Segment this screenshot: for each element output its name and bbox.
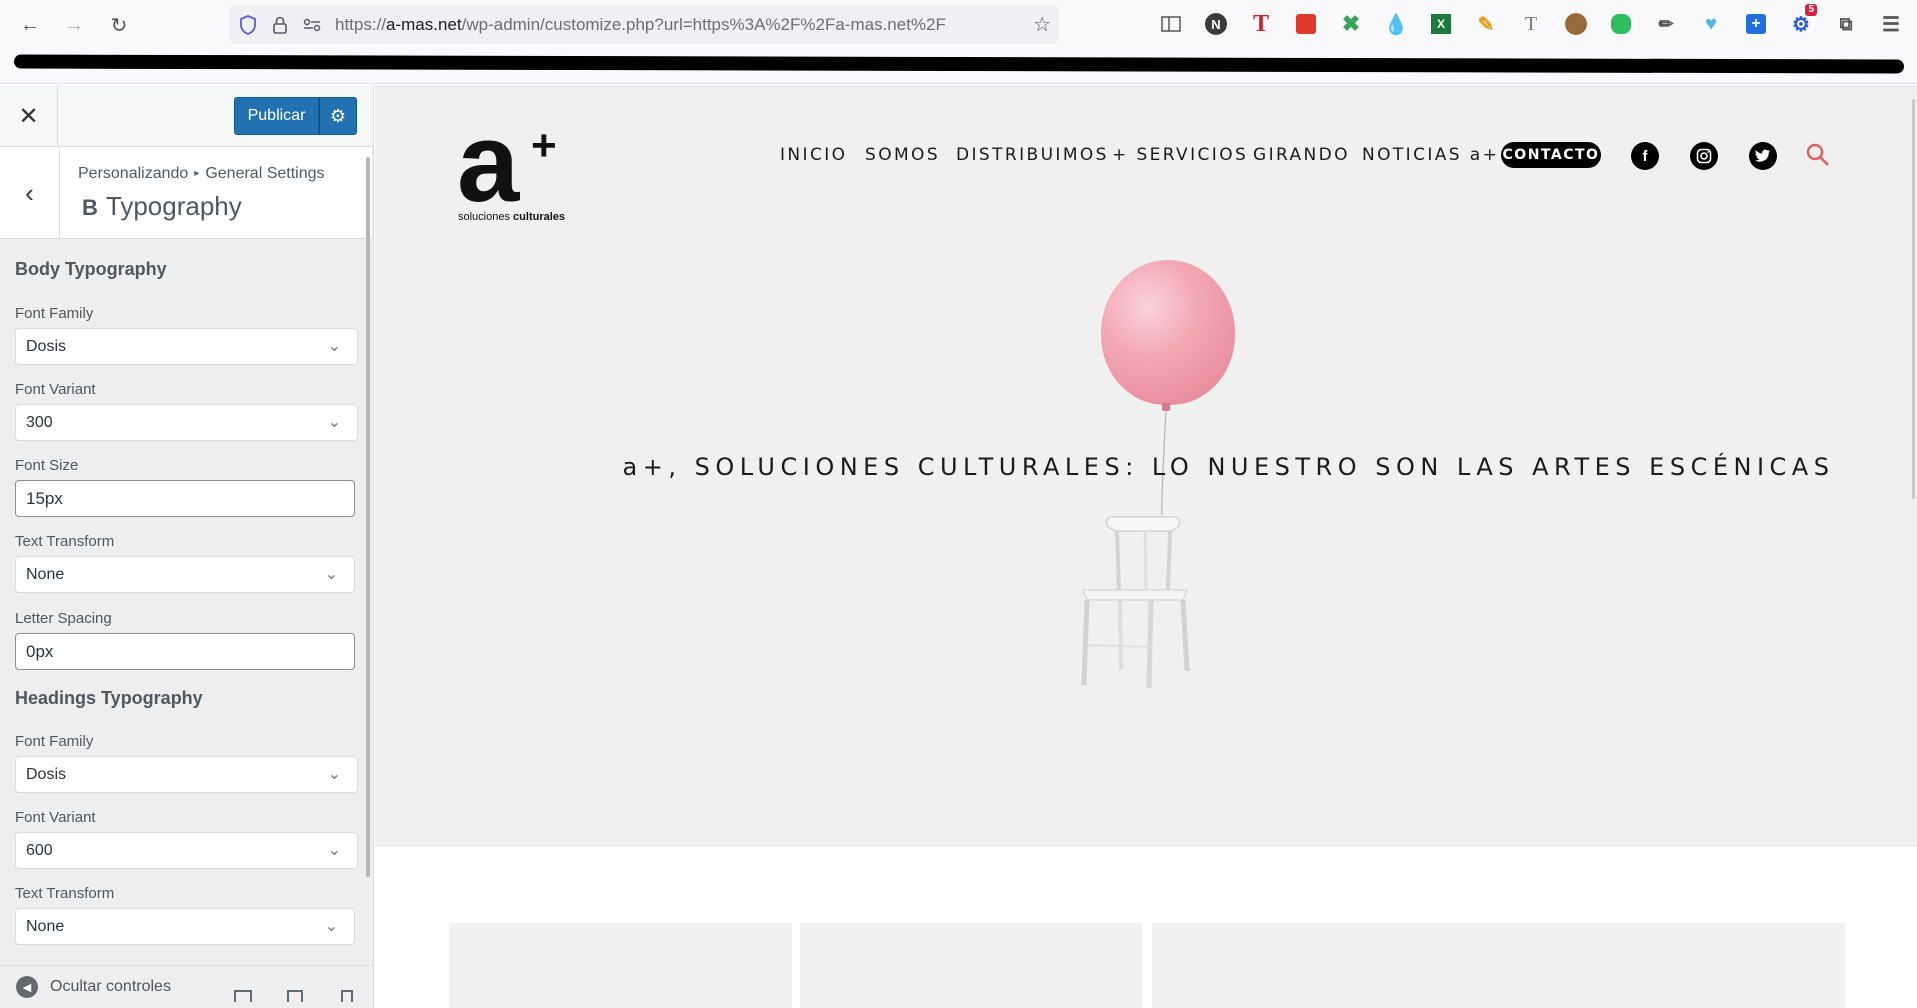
shield-icon[interactable] — [235, 12, 261, 38]
publish-button[interactable]: Publicar — [234, 97, 319, 135]
body-text-transform-select[interactable]: None ⌄ — [15, 556, 355, 593]
chevron-down-icon: ⌄ — [324, 566, 338, 583]
chevron-down-icon: ⌄ — [327, 842, 341, 859]
content-card[interactable] — [449, 923, 792, 1008]
headings-font-family-label: Font Family — [15, 733, 94, 750]
headings-text-transform-select[interactable]: None ⌄ — [15, 908, 355, 945]
page-title: B Typography — [82, 191, 242, 222]
body-letter-spacing-label: Letter Spacing — [15, 610, 112, 627]
breadcrumb-section: General Settings — [205, 165, 325, 182]
headings-text-transform-value: None — [26, 917, 65, 935]
headings-typography-title: Headings Typography — [15, 688, 203, 708]
body-text-transform-value: None — [26, 565, 65, 583]
controls-panel: Body Typography Font Family Dosis ⌄ Font … — [0, 239, 372, 969]
back-arrow-icon[interactable]: ← — [8, 3, 52, 47]
plus-icon[interactable]: + — [1740, 8, 1772, 40]
url-path: /wp-admin/customize.php?url=https%3A%2F%… — [461, 14, 946, 34]
extensions-toolbar: N T ✖ 💧 X ✎ T ✏ ♥ + ⚙ 5 ⧉ ☰ — [1155, 4, 1907, 40]
body-font-variant-value: 300 — [26, 413, 53, 431]
pen-icon[interactable]: ✎ — [1470, 8, 1502, 40]
section-title-mark: B — [82, 195, 98, 220]
content-card[interactable] — [800, 923, 1142, 1008]
back-chevron-icon[interactable]: ‹ — [0, 147, 60, 239]
lock-icon[interactable] — [267, 12, 293, 38]
tablet-preview-icon[interactable] — [287, 990, 303, 1002]
n-icon[interactable]: N — [1200, 8, 1232, 40]
hide-controls-label: Ocultar controles — [50, 978, 171, 995]
collapse-arrow-icon: ◀ — [16, 976, 38, 998]
bookmark-star-icon[interactable]: ☆ — [1033, 12, 1051, 37]
body-typography-title: Body Typography — [15, 259, 167, 279]
body-font-variant-select[interactable]: 300 ⌄ — [15, 404, 358, 441]
section-header: ‹ Personalizando ▸ General Settings B Typog… — [0, 147, 372, 239]
forward-arrow-icon[interactable]: → — [52, 3, 96, 47]
headings-font-family-select[interactable]: Dosis ⌄ — [15, 756, 358, 793]
customizer-footer: ◀ Ocultar controles — [0, 965, 373, 1008]
browser-toolbar: ← → ↻ https://a-mas.net/wp-admin/customi… — [0, 0, 1917, 50]
address-bar[interactable]: https://a-mas.net/wp-admin/customize.php… — [229, 5, 1059, 44]
breadcrumb-root: Personalizando — [78, 165, 189, 182]
body-letter-spacing-input[interactable]: 0px — [15, 633, 355, 670]
excel-icon[interactable]: X — [1425, 8, 1457, 40]
headings-font-variant-value: 600 — [26, 841, 53, 859]
body-font-family-label: Font Family — [15, 305, 94, 322]
preview-scrollbar[interactable] — [1912, 99, 1915, 499]
publish-settings-gear-icon[interactable]: ⚙ — [319, 97, 357, 135]
chevron-down-icon: ⌄ — [327, 338, 341, 355]
body-font-size-input[interactable]: 15px — [15, 480, 355, 517]
desktop-preview-icon[interactable] — [234, 990, 252, 1002]
eyedropper-icon[interactable]: ✏ — [1650, 8, 1682, 40]
mobile-preview-icon[interactable] — [341, 990, 353, 1002]
url-scheme: https:// — [335, 14, 387, 34]
headings-font-family-value: Dosis — [26, 765, 67, 783]
customizer-header: ✕ Publicar ⚙ — [0, 85, 373, 147]
url-text[interactable]: https://a-mas.net/wp-admin/customize.php… — [335, 15, 946, 35]
headings-text-transform-label: Text Transform — [15, 885, 115, 902]
headings-font-variant-label: Font Variant — [15, 809, 96, 826]
heart-icon[interactable]: ♥ — [1695, 8, 1727, 40]
breadcrumb: Personalizando ▸ General Settings — [78, 165, 325, 183]
headings-font-variant-select[interactable]: 600 ⌄ — [15, 832, 358, 869]
monkey-icon[interactable] — [1560, 8, 1592, 40]
url-host: a-mas.net — [386, 14, 462, 34]
body-font-family-select[interactable]: Dosis ⌄ — [15, 328, 358, 365]
breadcrumb-separator-icon: ▸ — [194, 168, 200, 179]
publish-group: Publicar ⚙ — [234, 97, 357, 135]
redaction-mark — [13, 54, 1905, 74]
reader-view-icon[interactable] — [1155, 8, 1187, 40]
puzzle-icon[interactable]: ⧉ — [1830, 8, 1862, 40]
section-title-text: Typography — [105, 191, 242, 221]
content-card[interactable] — [1152, 923, 1845, 1008]
hero-headline: a+, SOLUCIONES CULTURALES: LO NUESTRO SO… — [622, 453, 1835, 481]
extension-badge: 5 — [1805, 4, 1817, 16]
body-font-size-label: Font Size — [15, 457, 79, 474]
permissions-icon[interactable] — [299, 12, 325, 38]
customizer-sidebar: ✕ Publicar ⚙ ‹ Personalizando ▸ General Se… — [0, 85, 374, 1008]
chevron-down-icon: ⌄ — [324, 918, 338, 935]
stack-icon[interactable] — [1290, 8, 1322, 40]
body-font-family-value: Dosis — [26, 337, 67, 355]
reload-icon[interactable]: ↻ — [97, 3, 141, 47]
text-icon[interactable]: T — [1515, 8, 1547, 40]
bookmarks-bar — [0, 50, 1917, 84]
close-icon[interactable]: ✕ — [0, 85, 58, 147]
scissors-icon[interactable]: ✖ — [1335, 8, 1367, 40]
body-text-transform-label: Text Transform — [15, 533, 115, 550]
sidebar-scrollbar[interactable] — [366, 157, 370, 877]
t-icon[interactable]: T — [1245, 8, 1277, 40]
site-preview: a + soluciones culturales INICIO SOMOS D… — [375, 85, 1917, 1008]
chevron-down-icon: ⌄ — [327, 766, 341, 783]
chevron-down-icon: ⌄ — [327, 414, 341, 431]
hide-controls-button[interactable]: ◀ Ocultar controles — [16, 976, 171, 998]
menu-icon[interactable]: ☰ — [1875, 8, 1907, 40]
drop-icon[interactable]: 💧 — [1380, 8, 1412, 40]
gear-icon[interactable]: ⚙ 5 — [1785, 4, 1817, 40]
body-font-variant-label: Font Variant — [15, 381, 96, 398]
hero-section: a + soluciones culturales INICIO SOMOS D… — [375, 85, 1917, 847]
evernote-icon[interactable] — [1605, 8, 1637, 40]
